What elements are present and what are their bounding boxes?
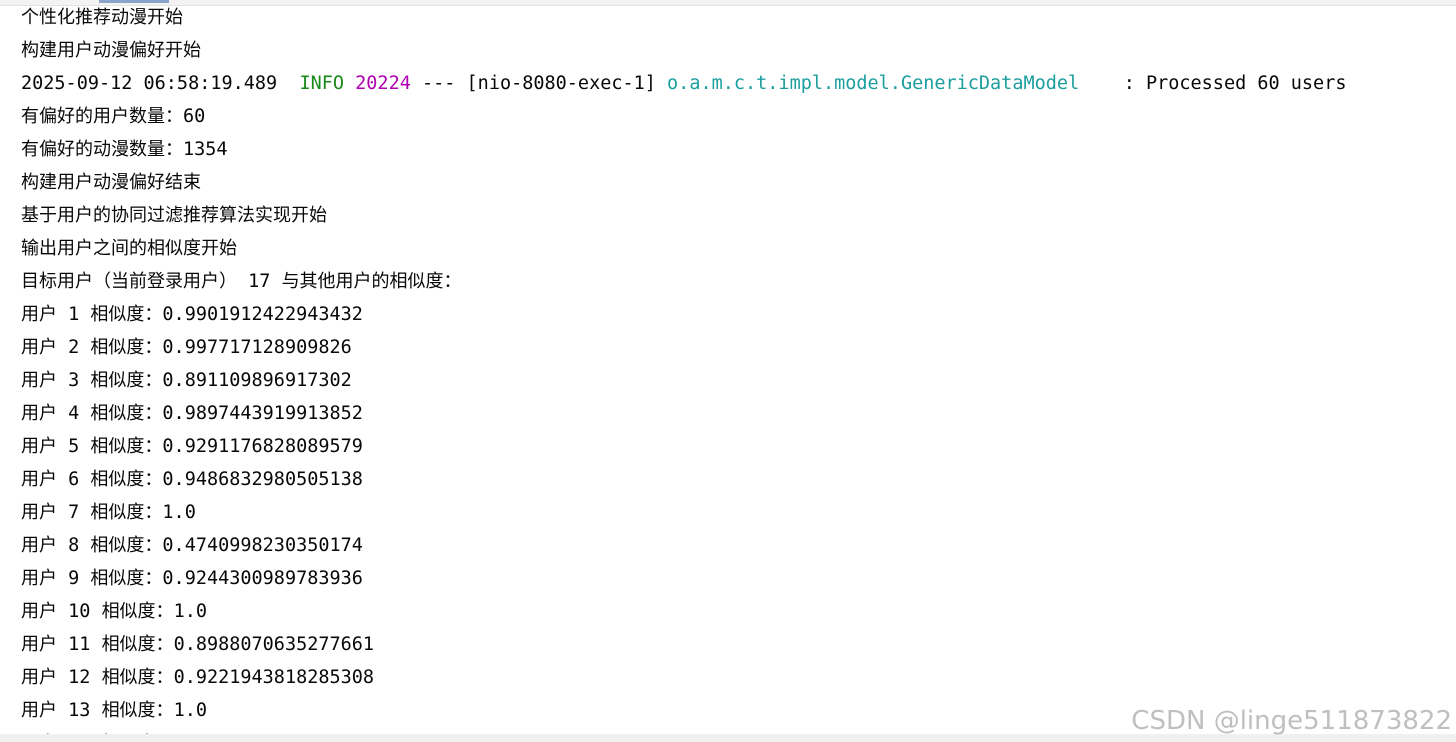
console-text-segment: 0.9897443919913852 bbox=[162, 403, 363, 424]
console-line: 用户 7 相似度：1.0 bbox=[21, 496, 196, 529]
console-line: 用户 4 相似度：0.9897443919913852 bbox=[21, 397, 363, 430]
console-text-segment: 1.0 bbox=[162, 502, 196, 523]
console-text-segment: 13 bbox=[57, 700, 102, 721]
console-line: 个性化推荐动漫开始 bbox=[21, 6, 183, 34]
console-text-segment: 5 bbox=[57, 436, 91, 457]
console-text-segment: 12 bbox=[57, 667, 102, 688]
console-text-segment: 11 bbox=[57, 634, 102, 655]
console-text-segment: 用户 bbox=[21, 436, 57, 457]
csdn-watermark: CSDN @linge511873822 bbox=[1131, 706, 1452, 736]
console-text-segment: 7 bbox=[57, 502, 91, 523]
console-text-segment: 目标用户（当前登录用户） bbox=[21, 271, 237, 292]
console-text-segment: 10 bbox=[57, 601, 102, 622]
console-text-segment: 相似度： bbox=[101, 601, 174, 622]
console-line: 2025-09-12 06:58:19.489 INFO 20224 --- [… bbox=[21, 67, 1346, 100]
console-text-segment: 17 bbox=[237, 271, 282, 292]
console-text-segment: 构建用户动漫偏好开始 bbox=[21, 40, 201, 61]
console-text-segment: 用户 bbox=[21, 700, 57, 721]
console-line: 用户 1 相似度：0.9901912422943432 bbox=[21, 298, 363, 331]
console-text-segment: 基于用户的协同过滤推荐算法实现开始 bbox=[21, 205, 327, 226]
console-text-segment: 相似度： bbox=[101, 634, 174, 655]
console-line: 有偏好的用户数量：60 bbox=[21, 100, 205, 133]
console-text-segment: 0.9901912422943432 bbox=[162, 304, 363, 325]
console-line: 基于用户的协同过滤推荐算法实现开始 bbox=[21, 199, 327, 232]
console-line: 用户 6 相似度：0.9486832980505138 bbox=[21, 463, 363, 496]
console-text-segment: 用户 bbox=[21, 403, 57, 424]
console-line: 用户 5 相似度：0.9291176828089579 bbox=[21, 430, 363, 463]
console-line: 用户 12 相似度：0.9221943818285308 bbox=[21, 661, 374, 694]
console-text-segment: 2 bbox=[57, 337, 91, 358]
console-text-segment: 用户 bbox=[21, 601, 57, 622]
console-text-segment: 相似度： bbox=[90, 469, 163, 490]
console-text-segment: 相似度： bbox=[90, 370, 163, 391]
console-text-segment: 8 bbox=[57, 535, 91, 556]
console-line: 有偏好的动漫数量：1354 bbox=[21, 133, 228, 166]
console-text-segment: --- [nio-8080-exec-1] bbox=[410, 73, 668, 94]
console-text-segment: 相似度： bbox=[90, 535, 163, 556]
console-text-segment: 有偏好的动漫数量： bbox=[21, 139, 183, 160]
console-text-segment: 0.9291176828089579 bbox=[162, 436, 363, 457]
console-text-segment: 6 bbox=[57, 469, 91, 490]
console-text-segment: 20224 bbox=[355, 73, 411, 94]
console-text-segment: 1.0 bbox=[173, 700, 207, 721]
console-text-segment: 9 bbox=[57, 568, 91, 589]
console-text-segment: 0.9486832980505138 bbox=[162, 469, 363, 490]
console-text-segment: 用户 bbox=[21, 667, 57, 688]
console-text-segment: 相似度： bbox=[90, 568, 163, 589]
active-tab-indicator bbox=[99, 0, 169, 3]
console-line: 用户 2 相似度：0.997717128909826 bbox=[21, 331, 352, 364]
console-line: 用户 9 相似度：0.9244300989783936 bbox=[21, 562, 363, 595]
console-text-segment: 0.997717128909826 bbox=[162, 337, 352, 358]
console-line: 用户 10 相似度：1.0 bbox=[21, 595, 207, 628]
console-text-segment: 0.8988070635277661 bbox=[173, 634, 375, 655]
console-line: 目标用户（当前登录用户） 17 与其他用户的相似度： bbox=[21, 265, 462, 298]
console-text-segment: 构建用户动漫偏好结束 bbox=[21, 172, 201, 193]
console-text-segment: 有偏好的用户数量： bbox=[21, 106, 183, 127]
console-text-segment: 相似度： bbox=[101, 667, 174, 688]
console-text-segment: 相似度： bbox=[90, 304, 163, 325]
console-text-segment: 0.9221943818285308 bbox=[173, 667, 375, 688]
console-text-segment: 相似度： bbox=[101, 700, 174, 721]
console-line: 用户 13 相似度：1.0 bbox=[21, 694, 207, 727]
console-text-segment: 用户 bbox=[21, 370, 57, 391]
console-text-segment: o.a.m.c.t.impl.model.GenericDataModel bbox=[667, 73, 1080, 94]
console-text-segment: 0.4740998230350174 bbox=[162, 535, 363, 556]
console-text-segment: 相似度： bbox=[90, 436, 163, 457]
console-text-segment: 2025-09-12 06:58:19.489 bbox=[21, 73, 300, 94]
console-text-segment: 用户 bbox=[21, 469, 57, 490]
console-line: 输出用户之间的相似度开始 bbox=[21, 232, 237, 265]
console-text-segment: INFO bbox=[299, 73, 345, 94]
console-text-segment: 个性化推荐动漫开始 bbox=[21, 7, 183, 28]
console-line: 用户 11 相似度：0.8988070635277661 bbox=[21, 628, 374, 661]
console-text-segment: 4 bbox=[57, 403, 91, 424]
console-text-segment: 用户 bbox=[21, 568, 57, 589]
console-text-segment: 60 bbox=[183, 106, 206, 127]
console-text-segment: 与其他用户的相似度： bbox=[281, 271, 462, 292]
console-text-segment bbox=[344, 73, 355, 94]
console-text-segment: 相似度： bbox=[90, 403, 163, 424]
console-line: 用户 3 相似度：0.891109896917302 bbox=[21, 364, 352, 397]
console-text-segment: 0.891109896917302 bbox=[162, 370, 352, 391]
console-line: 用户 8 相似度：0.4740998230350174 bbox=[21, 529, 363, 562]
console-line: 构建用户动漫偏好结束 bbox=[21, 166, 201, 199]
console-text-segment: 用户 bbox=[21, 634, 57, 655]
console-text-segment: 3 bbox=[57, 370, 91, 391]
console-text-segment: 1 bbox=[57, 304, 91, 325]
console-text-segment: 用户 bbox=[21, 337, 57, 358]
console-output[interactable]: 个性化推荐动漫开始 构建用户动漫偏好开始 2025-09-12 06:58:19.4… bbox=[0, 6, 1456, 742]
console-text-segment: 用户 bbox=[21, 535, 57, 556]
console-text-segment: 相似度： bbox=[90, 337, 163, 358]
console-text-segment: : Processed 60 users bbox=[1079, 73, 1347, 94]
console-text-segment: 1354 bbox=[183, 139, 228, 160]
console-text-segment: 0.9244300989783936 bbox=[162, 568, 363, 589]
console-text-segment: 1.0 bbox=[173, 601, 207, 622]
console-line: 构建用户动漫偏好开始 bbox=[21, 34, 201, 67]
console-text-segment: 相似度： bbox=[90, 502, 163, 523]
console-text-segment: 用户 bbox=[21, 304, 57, 325]
console-text-segment: 用户 bbox=[21, 502, 57, 523]
console-text-segment: 输出用户之间的相似度开始 bbox=[21, 238, 237, 259]
